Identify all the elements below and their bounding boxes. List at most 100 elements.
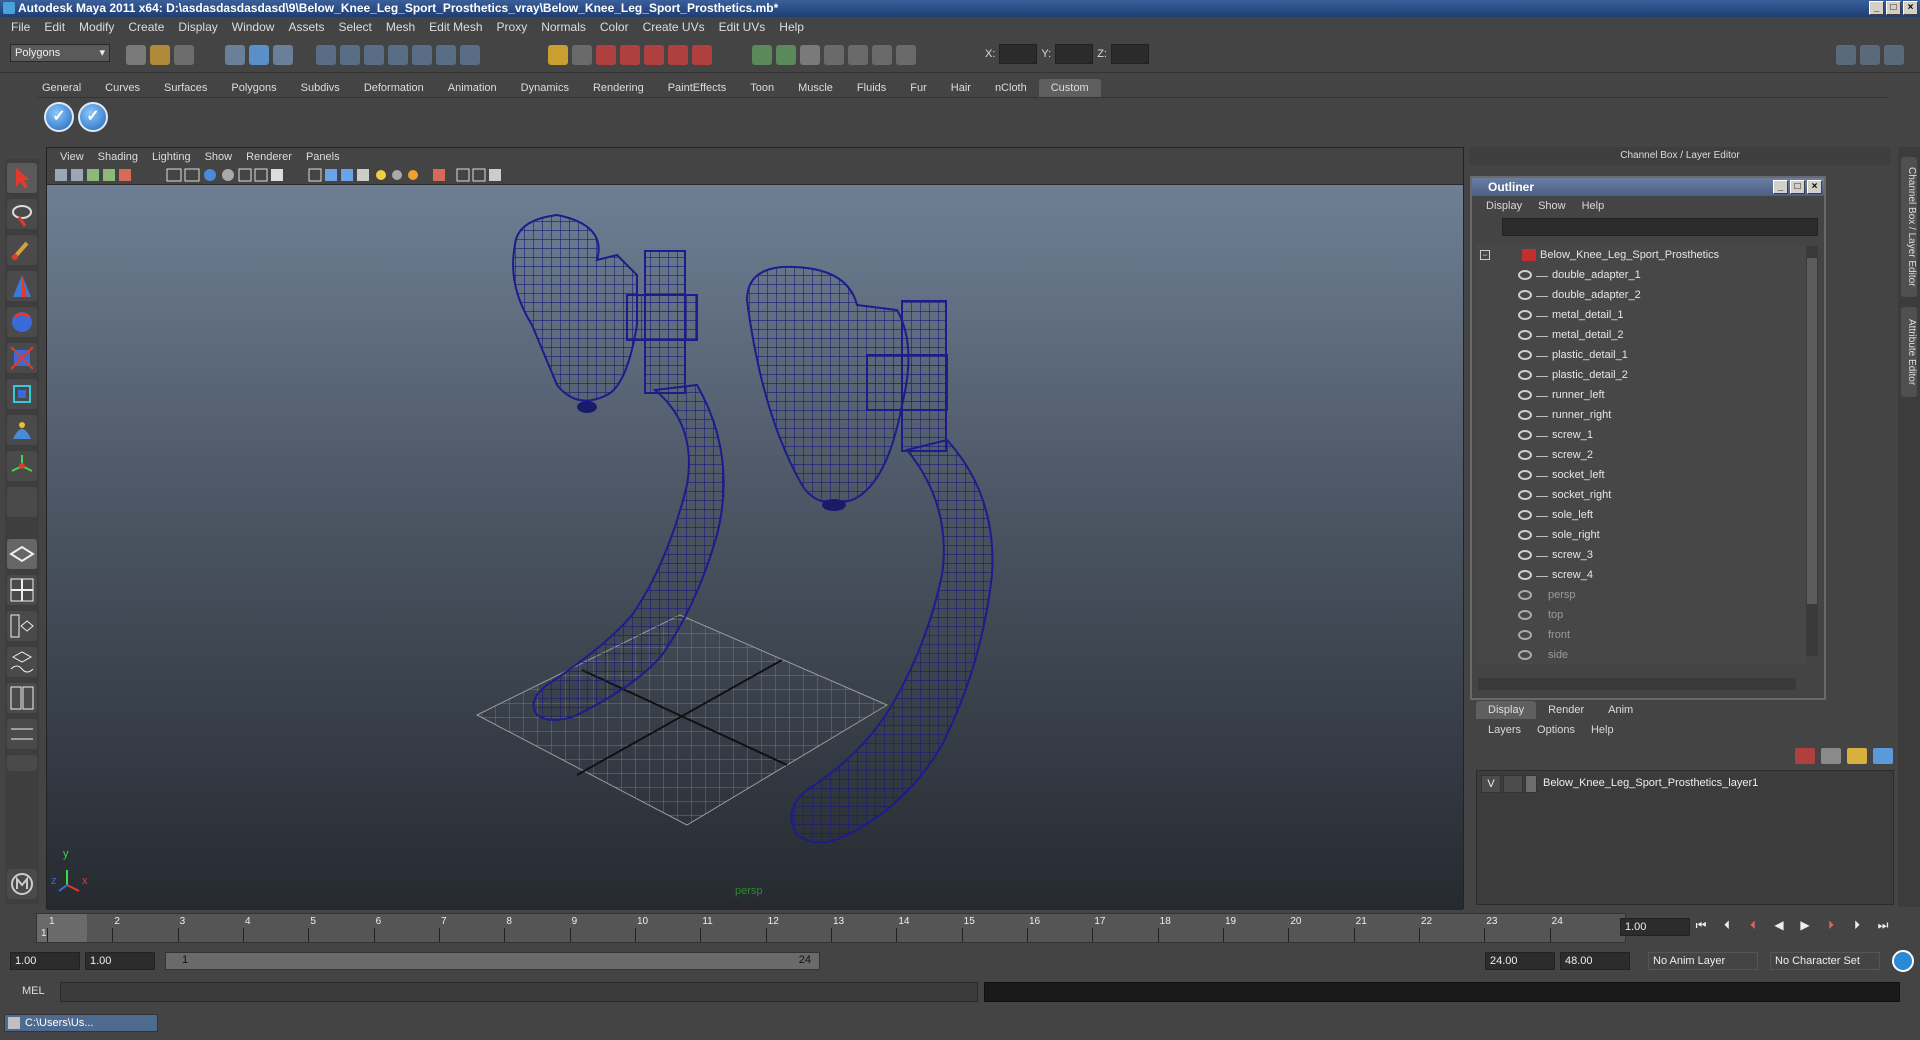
outliner-vertical-scrollbar[interactable] [1806,246,1818,656]
hypershade-persp-layout-icon[interactable] [7,683,37,713]
outliner-root-row[interactable]: − Below_Knee_Leg_Sport_Prosthetics [1476,246,1806,266]
outliner-item[interactable]: sole_left [1476,506,1806,526]
viewport-menu-show[interactable]: Show [198,151,240,163]
outliner-minimize-button[interactable]: _ [1773,180,1788,194]
shelf-tab-subdivs[interactable]: Subdivs [289,79,352,97]
viewport-menu-renderer[interactable]: Renderer [239,151,299,163]
channel-box-icon[interactable] [800,45,820,65]
menu-help[interactable]: Help [772,20,811,34]
layer-menu-options[interactable]: Options [1529,724,1583,736]
layer-menu-help[interactable]: Help [1583,724,1622,736]
current-time-field[interactable]: 1.00 [1620,918,1690,936]
layer-playback-toggle[interactable] [1503,775,1523,793]
layer-row[interactable]: V Below_Knee_Leg_Sport_Prosthetics_layer… [1481,775,1889,793]
viewport-menu-shading[interactable]: Shading [91,151,145,163]
outliner-menu-display[interactable]: Display [1478,200,1530,212]
scale-tool-icon[interactable] [7,343,37,373]
shelf-tab-polygons[interactable]: Polygons [219,79,288,97]
layer-stack-icon[interactable] [1821,748,1841,764]
outliner-horizontal-scrollbar[interactable] [1478,678,1796,690]
outliner-item[interactable]: double_adapter_1 [1476,266,1806,286]
select-camera-icon[interactable] [55,169,67,181]
menu-file[interactable]: File [4,20,37,34]
menu-select[interactable]: Select [331,20,378,34]
ipr-render-icon[interactable] [620,45,640,65]
anim-layer-dropdown[interactable]: No Anim Layer [1648,952,1758,970]
outliner-maximize-button[interactable]: □ [1790,180,1805,194]
shadows-icon[interactable] [392,170,402,180]
snap-live-icon[interactable] [412,45,432,65]
shelf-tab-custom[interactable]: Custom [1038,79,1101,97]
create-layer-selected-icon[interactable] [1873,748,1893,764]
outliner-item[interactable]: screw_2 [1476,446,1806,466]
new-scene-icon[interactable] [126,45,146,65]
outliner-item[interactable]: socket_right [1476,486,1806,506]
menu-edit-mesh[interactable]: Edit Mesh [422,20,489,34]
outliner-item[interactable]: socket_left [1476,466,1806,486]
collapse-toggle-icon[interactable]: − [1480,250,1490,260]
time-slider-track[interactable]: 1 1 2 3 4 5 6 7 8 9 10 11 12 13 14 15 16 17 18 19 20 21 22 23 2… [36,913,1626,943]
camera-attributes-icon[interactable] [71,169,83,181]
auto-key-icon[interactable] [1892,950,1914,972]
two-d-pan-zoom-icon[interactable] [119,169,131,181]
relationship-editor-icon[interactable] [896,45,916,65]
symmetry-icon[interactable] [489,169,501,181]
shelf-tab-dynamics[interactable]: Dynamics [509,79,581,97]
show-channel-box-icon[interactable] [1884,45,1904,65]
mel-input-field[interactable] [60,982,978,1002]
wireframe-on-shaded-icon[interactable] [341,169,353,181]
x-field[interactable] [999,44,1038,64]
show-manipulator-icon[interactable] [7,451,37,481]
y-field[interactable] [1055,44,1094,64]
play-backward-icon[interactable]: ◀ [1770,918,1788,933]
menu-mesh[interactable]: Mesh [379,20,422,34]
field-chart-icon[interactable] [238,168,252,182]
last-tool-icon[interactable] [7,487,37,517]
shelf-tab-fur[interactable]: Fur [898,79,939,97]
outliner-camera-item[interactable]: side [1476,646,1806,664]
shelf-check-button-1[interactable]: ✓ [44,102,74,132]
shelf-check-button-2[interactable]: ✓ [78,102,108,132]
snap-curve-icon[interactable] [340,45,360,65]
render-current-icon[interactable] [596,45,616,65]
create-empty-layer-icon[interactable] [1847,748,1867,764]
select-component-icon[interactable] [273,45,293,65]
menu-create[interactable]: Create [121,20,171,34]
image-plane-icon[interactable] [103,169,115,181]
outliner-item[interactable]: double_adapter_2 [1476,286,1806,306]
snap-plane-icon[interactable] [388,45,408,65]
rotate-tool-icon[interactable] [7,307,37,337]
smooth-shade-icon[interactable] [325,169,337,181]
single-perspective-layout-icon[interactable] [7,539,37,569]
menu-normals[interactable]: Normals [534,20,593,34]
wireframe-icon[interactable] [308,168,322,182]
layer-tab-display[interactable]: Display [1476,701,1537,719]
viewport-menu-view[interactable]: View [53,151,91,163]
film-gate-icon[interactable] [184,168,200,182]
range-slider[interactable]: 1 24 [165,952,820,970]
outliner-item[interactable]: screw_3 [1476,546,1806,566]
safe-title-icon[interactable] [271,169,283,181]
four-view-layout-icon[interactable] [7,575,37,605]
universal-manipulator-icon[interactable] [7,379,37,409]
save-scene-icon[interactable] [174,45,194,65]
outliner-menu-show[interactable]: Show [1530,200,1574,212]
persp-outliner-layout-icon[interactable] [7,611,37,641]
select-hierarchy-icon[interactable] [225,45,245,65]
character-set-dropdown[interactable]: No Character Set [1770,952,1880,970]
graph-editor-icon[interactable] [848,45,868,65]
menu-color[interactable]: Color [593,20,636,34]
open-scene-icon[interactable] [150,45,170,65]
persp-graph-hypergraph-layout-icon[interactable] [7,719,37,749]
shelf-tab-animation[interactable]: Animation [436,79,509,97]
outliner-camera-item[interactable]: persp [1476,586,1806,606]
outliner-titlebar[interactable]: Outliner _ □ × [1472,178,1824,196]
shelf-tab-deformation[interactable]: Deformation [352,79,436,97]
soft-modification-icon[interactable] [7,415,37,445]
bookmarks-icon[interactable] [87,169,99,181]
outliner-filter-field[interactable] [1502,218,1818,236]
new-layer-from-selection-icon[interactable] [1795,748,1815,764]
outliner-item[interactable]: screw_1 [1476,426,1806,446]
step-forward-frame-icon[interactable]: ⏵ [1822,918,1840,933]
show-tool-settings-icon[interactable] [1860,45,1880,65]
